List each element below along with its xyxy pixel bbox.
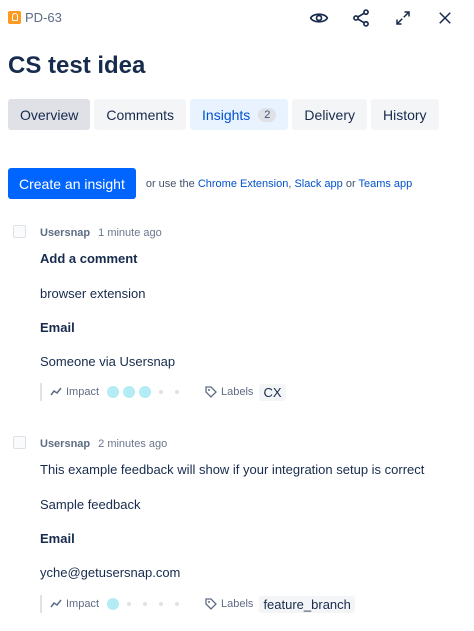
impact-dot-filled[interactable] bbox=[107, 386, 120, 398]
insight-line: Sample feedback bbox=[40, 497, 141, 512]
labels-text: Labels bbox=[221, 386, 254, 398]
impact-rating[interactable] bbox=[107, 598, 183, 610]
insight-author: Usersnap bbox=[40, 438, 91, 450]
label-chip[interactable]: feature_branch bbox=[259, 595, 355, 613]
impact-dot-filled[interactable] bbox=[139, 386, 152, 398]
impact-text: Impact bbox=[66, 598, 100, 610]
slack-app-link[interactable]: Slack app bbox=[294, 178, 342, 190]
insight-line: Someone via Usersnap bbox=[40, 354, 176, 369]
share-button[interactable] bbox=[340, 6, 382, 30]
trend-icon bbox=[50, 387, 62, 396]
insight-checkbox[interactable] bbox=[13, 436, 26, 449]
impact-dot-empty[interactable] bbox=[175, 602, 180, 606]
tab-count-badge: 2 bbox=[258, 107, 277, 122]
expand-icon bbox=[396, 11, 410, 25]
impact-label: Impact bbox=[50, 598, 99, 610]
impact-dot-filled[interactable] bbox=[123, 386, 136, 398]
label-chip[interactable]: CX bbox=[259, 383, 286, 401]
tab-label: Delivery bbox=[304, 106, 355, 123]
footer-divider bbox=[40, 595, 42, 613]
tab-comments[interactable]: Comments bbox=[94, 99, 187, 130]
impact-dot-empty[interactable] bbox=[143, 602, 148, 606]
insight-checkbox[interactable] bbox=[13, 225, 26, 238]
header-actions bbox=[298, 6, 466, 30]
impact-text: Impact bbox=[66, 386, 100, 398]
note-or: or bbox=[345, 177, 356, 190]
watch-button[interactable] bbox=[298, 6, 340, 30]
insight-time: 1 minute ago bbox=[98, 227, 162, 239]
insight-meta: Usersnap 2 minutes ago bbox=[40, 438, 167, 450]
tab-bar: Overview Comments Insights 2 Delivery His… bbox=[8, 99, 439, 130]
insight-meta: Usersnap 1 minute ago bbox=[40, 227, 162, 239]
impact-label: Impact bbox=[50, 386, 99, 398]
chrome-extension-link[interactable]: Chrome Extension bbox=[198, 178, 289, 190]
tab-label: Comments bbox=[106, 106, 175, 123]
teams-app-link[interactable]: Teams app bbox=[358, 178, 412, 190]
footer-divider bbox=[40, 383, 42, 401]
insight-line: browser extension bbox=[40, 286, 146, 301]
tab-label: Overview bbox=[20, 106, 79, 123]
note-prefix: or use the bbox=[145, 177, 195, 190]
tab-overview[interactable]: Overview bbox=[8, 99, 91, 130]
integration-note: or use the Chrome Extension, Slack app o… bbox=[146, 178, 412, 190]
tab-delivery[interactable]: Delivery bbox=[292, 99, 367, 130]
insight-line: This example feedback will show if your … bbox=[40, 462, 425, 477]
issue-key[interactable]: PD-63 bbox=[8, 10, 62, 25]
insight-line: Add a comment bbox=[40, 251, 138, 266]
page-title[interactable]: CS test idea bbox=[8, 52, 145, 80]
impact-dot-empty[interactable] bbox=[175, 390, 180, 394]
tab-insights[interactable]: Insights 2 bbox=[190, 99, 289, 130]
trend-icon bbox=[50, 599, 62, 608]
impact-dot-empty[interactable] bbox=[127, 602, 132, 606]
insight-line: Email bbox=[40, 531, 75, 546]
impact-rating[interactable] bbox=[107, 386, 183, 398]
impact-dot-empty[interactable] bbox=[159, 602, 164, 606]
tab-history[interactable]: History bbox=[371, 99, 439, 130]
insight-line: yche@getusersnap.com bbox=[40, 565, 181, 580]
tab-label: History bbox=[383, 106, 427, 123]
insight-footer: Impact Labels feature_branch bbox=[40, 594, 355, 614]
insight-line: Email bbox=[40, 320, 75, 335]
issue-key-text: PD-63 bbox=[25, 10, 62, 25]
impact-dot-empty[interactable] bbox=[159, 390, 164, 394]
create-insight-row: Create an insight or use the Chrome Exte… bbox=[8, 168, 412, 199]
labels-label: Labels bbox=[205, 598, 253, 610]
insight-author: Usersnap bbox=[40, 227, 91, 239]
close-icon bbox=[439, 12, 451, 24]
expand-button[interactable] bbox=[382, 6, 424, 30]
insight-footer: Impact Labels CX bbox=[40, 382, 286, 402]
tag-icon bbox=[205, 598, 217, 610]
share-icon bbox=[353, 9, 369, 27]
tag-icon bbox=[205, 386, 217, 398]
labels-label: Labels bbox=[205, 386, 253, 398]
labels-text: Labels bbox=[221, 598, 254, 610]
note-comma: , bbox=[288, 177, 292, 190]
impact-dot-filled[interactable] bbox=[107, 598, 120, 610]
issue-header: PD-63 bbox=[0, 0, 474, 36]
insight-time: 2 minutes ago bbox=[98, 438, 168, 450]
idea-icon bbox=[8, 11, 21, 24]
tab-label: Insights bbox=[202, 106, 251, 123]
close-button[interactable] bbox=[424, 6, 466, 30]
create-insight-button[interactable]: Create an insight bbox=[8, 168, 136, 199]
eye-icon bbox=[309, 13, 329, 23]
